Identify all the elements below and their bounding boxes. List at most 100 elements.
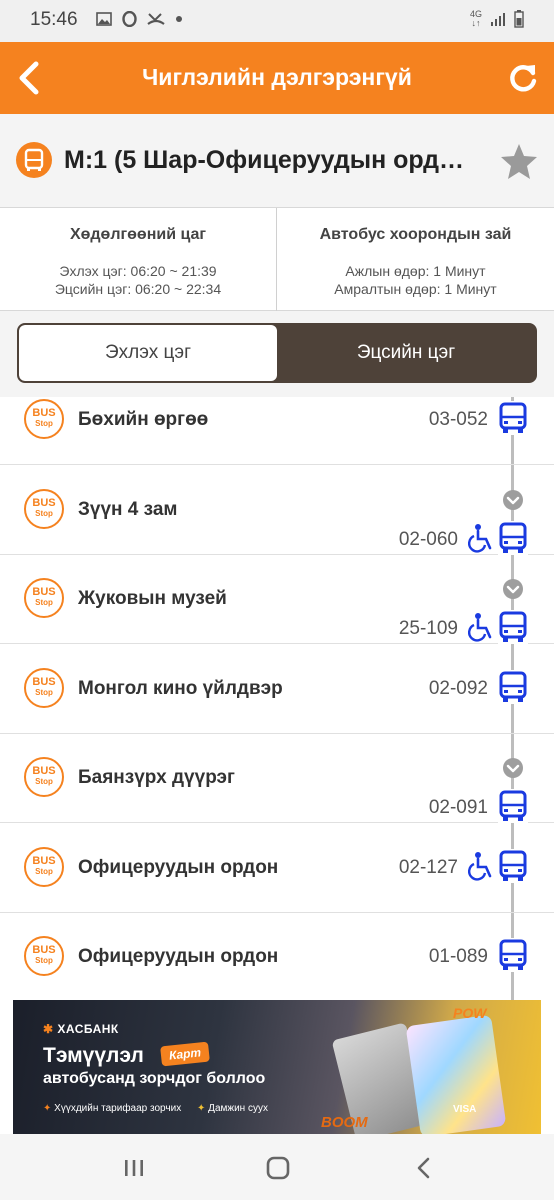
back-nav-icon [417,1157,430,1179]
bus-icon [16,142,52,178]
bus-stop-label: BUS [32,765,56,777]
stop-code: 03-052 [428,409,488,430]
bus-stop-marker-icon [498,938,528,972]
status-icons-right: 4G ↓↑ [470,10,524,28]
page-title: Чиглэлийн дэлгэрэнгүй [142,64,412,90]
interval-weekend: Амралтын өдөр: 1 Минут [334,281,497,297]
status-bar: 15:46 4G ↓↑ [0,0,554,42]
banner-bullet-1: ✦ Хүүхдийн тарифаар зорчих [43,1103,182,1114]
refresh-icon [510,65,537,92]
recent-apps-button[interactable] [114,1148,154,1188]
banner-bullet-2-text: Дамжин суух [208,1103,268,1114]
back-nav-button[interactable] [404,1148,444,1188]
bus-stop-sublabel: Stop [35,777,53,786]
bus-stop-icon: BUS Stop [24,936,64,976]
wheelchair-icon [467,612,496,642]
route-title: М:1 (5 Шар-Офицеруудын орд… [64,146,464,174]
bus-stop-marker-icon [498,610,528,644]
stop-list[interactable]: BUS Stop Бөхийн өргөө 03-052 BUS Stop Зүүн 4 з… [0,397,554,1000]
bus-stop-icon: BUS Stop [24,846,64,887]
stop-row[interactable]: BUS Stop Жуковын музей 25-109 [0,554,554,644]
network-label: 4G [469,9,482,19]
bus-stop-marker-icon [498,401,528,435]
interval-info: Автобус хоорондын зай Ажлын өдөр: 1 Мину… [277,208,554,311]
app-header: Чиглэлийн дэлгэрэнгүй [0,42,554,114]
stop-row[interactable]: BUS Stop Офицеруудын ордон 01-089 [0,912,554,1000]
stop-row[interactable]: BUS Stop Офицеруудын ордон 02-127 [0,823,554,913]
status-time: 15:46 [30,9,78,30]
route-bar: М:1 (5 Шар-Офицеруудын орд… [0,114,554,208]
home-icon [266,1156,290,1180]
banner-headline: Тэмүүлэл [43,1044,144,1067]
bus-stop-sublabel: Stop [35,419,53,428]
bus-stop-label: BUS [32,496,56,509]
bus-stop-marker-icon [498,669,528,704]
schedule-info: Хөдөлгөөний цаг Эхлэх цэг: 06:20 ~ 21:39… [0,208,277,311]
stop-name: Баянзүрх дүүрэг [78,767,235,788]
stop-row[interactable]: BUS Stop Баянзүрх дүүрэг 02-091 [0,733,554,823]
chevron-down-icon[interactable] [502,757,524,779]
status-icons-left [96,11,183,27]
direction-toggle: Эхлэх цэг Эцсийн цэг [17,323,537,383]
bus-stop-icon: BUS Stop [24,667,64,708]
stop-row[interactable]: BUS Stop Бөхийн өргөө 03-052 [0,397,554,465]
banner-bank-name: ✱ ХАСБАНК [43,1022,119,1036]
stop-code: 25-109 [398,618,458,639]
stop-row[interactable]: BUS Stop Зүүн 4 зам 02-060 [0,465,554,555]
tab-start-point[interactable]: Эхлэх цэг [19,325,277,381]
bus-stop-sublabel: Stop [35,956,53,965]
bus-stop-icon: BUS Stop [24,578,64,618]
bus-stop-label: BUS [32,586,56,598]
stop-name: Зүүн 4 зам [78,498,178,520]
direction-toggle-bar: Эхлэх цэг Эцсийн цэг [0,311,554,397]
bus-stop-marker-icon [498,520,528,555]
image-icon [96,12,112,26]
bus-stop-label: BUS [32,854,56,867]
stop-code: 02-092 [428,677,488,699]
bus-stop-sublabel: Stop [35,598,53,607]
refresh-button[interactable] [506,60,540,96]
stop-name: Монгол кино үйлдвэр [78,677,283,699]
stop-name: Жуковын музей [78,588,227,609]
wheelchair-icon [467,523,496,553]
network-icon: 4G ↓↑ [469,9,482,28]
bus-stop-icon: BUS Stop [24,399,64,439]
bus-stop-label: BUS [32,675,56,688]
opera-icon [122,11,137,27]
banner-bullet-2: ✦ Дамжин суух [197,1103,268,1114]
banner-bullet-1-text: Хүүхдийн тарифаар зорчих [54,1103,182,1114]
interval-heading: Автобус хоорондын зай [319,226,512,243]
bank-logo-icon: ✱ [43,1022,58,1036]
schedule-heading: Хөдөлгөөний цаг [69,226,207,243]
bus-stop-icon: BUS Stop [24,757,64,797]
bus-stop-marker-icon [498,848,528,883]
signal-icon [491,13,505,26]
bus-stop-sublabel: Stop [35,687,53,697]
star-icon [501,144,537,179]
missed-call-icon [147,13,165,25]
route-info: Хөдөлгөөний цаг Эхлэх цэг: 06:20 ~ 21:39… [0,208,554,311]
bus-stop-marker-icon [498,789,528,823]
stop-name: Офицеруудын ордон [78,946,279,967]
stop-code: 01-089 [428,946,488,967]
stop-row[interactable]: BUS Stop Монгол кино үйлдвэр 02-092 [0,644,554,734]
bank-name-text: ХАСБАНК [57,1022,119,1036]
system-nav-bar [0,1134,554,1200]
wheelchair-icon [467,851,496,881]
recent-apps-icon [125,1160,143,1176]
favorite-button[interactable] [500,142,538,180]
home-button[interactable] [258,1148,298,1188]
ad-banner[interactable]: POW BOOM VISA ✱ ХАСБАНК Тэмүүлэл Карт ав… [13,1000,541,1134]
tab-end-point[interactable]: Эцсийн цэг [277,325,535,381]
chevron-down-icon[interactable] [502,489,524,511]
chevron-down-icon[interactable] [502,578,524,600]
stop-name: Офицеруудын ордон [78,856,279,878]
dot-icon [176,16,182,22]
banner-pow: POW [453,1005,487,1021]
banner-subheadline: автобусанд зорчдог боллоо [43,1070,266,1087]
schedule-start: Эхлэх цэг: 06:20 ~ 21:39 [59,263,217,279]
battery-icon [514,10,524,28]
stop-name: Бөхийн өргөө [78,409,209,430]
stop-code: 02-127 [398,856,458,878]
bus-stop-label: BUS [32,407,56,419]
